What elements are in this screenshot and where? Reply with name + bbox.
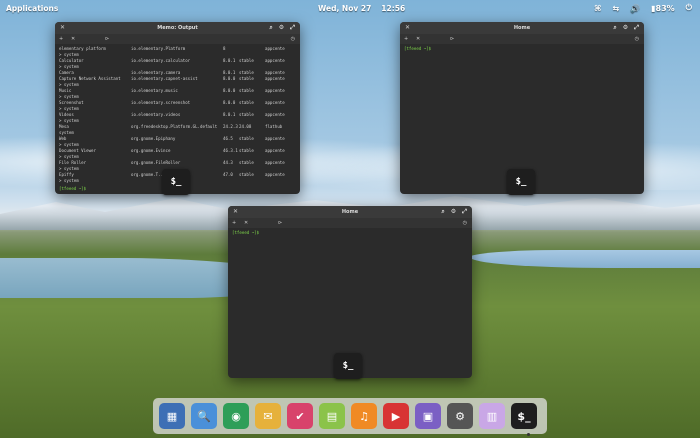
battery-label: 83% [655, 3, 675, 13]
videos-icon[interactable]: ▶ [383, 403, 409, 429]
date-time-indicator[interactable]: Wed, Nov 27 12:56 [318, 4, 415, 13]
search-icon[interactable]: ⌕ [441, 206, 444, 218]
wallpaper-lake-right [470, 250, 700, 268]
window-title: Home [341, 209, 359, 215]
tab-bar: + ✕ ⊳ ◷ [228, 218, 472, 228]
terminal-cell [265, 178, 295, 184]
battery-icon[interactable]: ▮83% [651, 4, 675, 13]
files-icon[interactable]: 🔍 [191, 403, 217, 429]
terminal-cell [223, 178, 239, 184]
close-icon[interactable]: ✕ [405, 22, 410, 34]
network-icon[interactable]: ⇆ [612, 4, 619, 13]
history-icon[interactable]: ◷ [635, 34, 639, 44]
terminal-icon[interactable]: $_ [511, 403, 537, 429]
close-tab-icon[interactable]: ✕ [244, 218, 248, 228]
window-title: Home [513, 25, 531, 31]
mail-icon[interactable]: ✉ [255, 403, 281, 429]
power-icon[interactable]: ⏻ [686, 3, 692, 13]
photos-icon[interactable]: ▣ [415, 403, 441, 429]
terminal-window-badge-icon: $_ [334, 353, 362, 379]
multitasking-view-icon[interactable]: ▦ [159, 403, 185, 429]
terminal-cell: > system [59, 178, 79, 183]
dock: ▦ 🔍 ◉ ✉ ✔ ▤ ♫ ▶ ▣ ⚙ ▥ $_ [153, 398, 547, 434]
date-label: Wed, Nov 27 [318, 4, 372, 13]
window-titlebar[interactable]: ✕ Memo: Output ⌕ ⚙ ⤢ [55, 22, 300, 34]
music-icon[interactable]: ♫ [351, 403, 377, 429]
terminal-output[interactable]: elementary platform io.elementary.Platfor… [55, 44, 300, 186]
terminal-output[interactable]: [tfeeed ~]$ [228, 228, 472, 238]
tab-icon[interactable]: ⊳ [450, 34, 454, 44]
tab-icon[interactable]: ⊳ [105, 34, 109, 44]
applications-menu[interactable]: Applications [6, 4, 58, 13]
tab-bar: + ✕ ⊳ ◷ [400, 34, 644, 44]
window-titlebar[interactable]: ✕ Home ⌕ ⚙ ⤢ [400, 22, 644, 34]
prompt: [tfeeed ~]$ [232, 230, 260, 235]
new-tab-icon[interactable]: + [59, 34, 63, 44]
close-icon[interactable]: ✕ [233, 206, 238, 218]
system-tray: ⌘ ⇆ 🔊 ▮83% ⏻ [594, 3, 692, 13]
running-indicator [527, 433, 530, 436]
close-tab-icon[interactable]: ✕ [416, 34, 420, 44]
notifications-icon[interactable]: ⌘ [594, 4, 601, 13]
gear-icon[interactable]: ⚙ [279, 22, 284, 34]
terminal-window-badge-icon: $_ [507, 169, 535, 195]
close-tab-icon[interactable]: ✕ [71, 34, 75, 44]
tasks-icon[interactable]: ✔ [287, 403, 313, 429]
search-icon[interactable]: ⌕ [269, 22, 272, 34]
maximize-icon[interactable]: ⤢ [462, 206, 467, 218]
prompt: [tfeeed ~]$ [404, 46, 432, 51]
gear-icon[interactable]: ⚙ [451, 206, 456, 218]
terminal-cell [239, 178, 265, 184]
window-titlebar[interactable]: ✕ Home ⌕ ⚙ ⤢ [228, 206, 472, 218]
maximize-icon[interactable]: ⤢ [290, 22, 295, 34]
time-label: 12:56 [381, 4, 406, 13]
close-icon[interactable]: ✕ [60, 22, 65, 34]
terminal-window-badge-icon: $_ [162, 169, 190, 195]
terminal-output[interactable]: [tfeeed ~]$ [400, 44, 644, 54]
history-icon[interactable]: ◷ [463, 218, 467, 228]
calendar-icon[interactable]: ▤ [319, 403, 345, 429]
history-icon[interactable]: ◷ [291, 34, 295, 44]
gear-icon[interactable]: ⚙ [623, 22, 628, 34]
settings-icon[interactable]: ⚙ [447, 403, 473, 429]
maximize-icon[interactable]: ⤢ [634, 22, 639, 34]
tab-icon[interactable]: ⊳ [278, 218, 282, 228]
sound-icon[interactable]: 🔊 [630, 4, 640, 13]
prompt: [tfeeed ~]$ [59, 186, 87, 191]
search-icon[interactable]: ⌕ [613, 22, 616, 34]
new-tab-icon[interactable]: + [232, 218, 236, 228]
web-browser-icon[interactable]: ◉ [223, 403, 249, 429]
tab-bar: + ✕ ⊳ ◷ [55, 34, 300, 44]
window-title: Memo: Output [157, 25, 198, 31]
appcenter-icon[interactable]: ▥ [479, 403, 505, 429]
top-panel: Applications Wed, Nov 27 12:56 ⌘ ⇆ 🔊 ▮83%… [0, 0, 700, 16]
new-tab-icon[interactable]: + [404, 34, 408, 44]
